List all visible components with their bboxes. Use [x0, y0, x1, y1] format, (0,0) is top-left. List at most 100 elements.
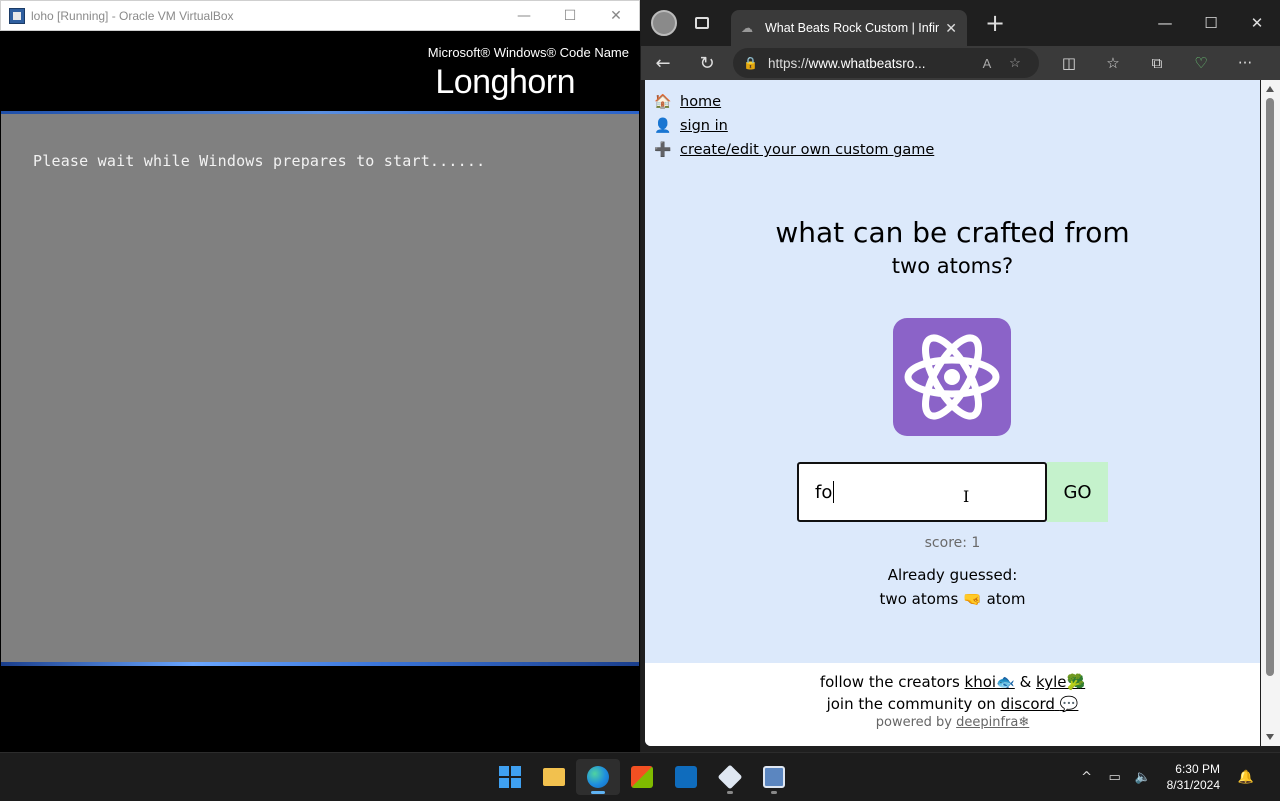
edge-icon — [587, 766, 609, 788]
scroll-up-icon[interactable] — [1266, 86, 1274, 92]
ibeam-cursor-icon: I — [963, 487, 970, 506]
guessed-item: two atoms 🤜 atom — [645, 590, 1260, 608]
favorite-star-icon[interactable]: ☆ — [1001, 55, 1029, 71]
vm-screen[interactable]: Microsoft® Windows® Code Name Longhorn P… — [1, 31, 639, 751]
powered-text: powered by — [875, 715, 952, 730]
page-nav: 🏠 home 👤 sign in ➕ create/edit your own … — [654, 90, 934, 162]
score-text: score: 1 — [924, 535, 981, 551]
store-button[interactable] — [620, 759, 664, 795]
file-explorer-button[interactable] — [532, 759, 576, 795]
edge-window: ☁ What Beats Rock Custom | Infinite ✕ + … — [641, 0, 1280, 752]
longhorn-body: Please wait while Windows prepares to st… — [1, 114, 639, 662]
tab-actions-icon[interactable] — [695, 17, 709, 29]
favorites-icon[interactable]: ☆ — [1091, 54, 1135, 72]
go-button[interactable]: GO — [1047, 462, 1108, 522]
profile-avatar[interactable] — [651, 10, 677, 36]
kyle-link[interactable]: kyle🥦 — [1036, 673, 1085, 691]
question-line-2: two atoms? — [891, 254, 1014, 278]
refresh-button[interactable]: ↻ — [685, 53, 729, 74]
read-aloud-icon[interactable]: A — [973, 56, 1001, 71]
atom-icon — [893, 318, 1011, 436]
notification-bell-icon[interactable]: 🔔 — [1232, 770, 1260, 785]
broccoli-icon: 🥦 — [1066, 673, 1086, 691]
home-icon: 🏠 — [654, 94, 672, 110]
footer-follow: follow the creators khoi🐟 & kyle🥦 — [645, 673, 1260, 691]
collections-icon[interactable]: ⧉ — [1135, 54, 1179, 72]
page-scrollbar[interactable] — [1261, 80, 1280, 746]
virtualbox-window: loho [Running] - Oracle VM VirtualBox — … — [0, 0, 640, 752]
tab-close-icon[interactable]: ✕ — [945, 20, 957, 37]
snowflake-icon: ❄ — [1018, 715, 1030, 730]
start-button[interactable] — [488, 759, 532, 795]
store-icon — [631, 766, 653, 788]
fish-icon: 🐟 — [996, 673, 1015, 691]
plus-icon: ➕ — [654, 142, 672, 158]
new-tab-button[interactable]: + — [985, 9, 1005, 37]
vbox-title: loho [Running] - Oracle VM VirtualBox — [31, 8, 234, 23]
taskbar-apps — [488, 759, 796, 795]
volume-icon[interactable]: 🔈 — [1129, 770, 1157, 785]
tab-what-beats-rock[interactable]: ☁ What Beats Rock Custom | Infinite ✕ — [731, 10, 967, 46]
vbox-minimize-button[interactable]: — — [501, 0, 547, 31]
network-icon[interactable]: ▭ — [1101, 770, 1129, 785]
discord-link[interactable]: discord 💬 — [1001, 695, 1079, 713]
address-bar[interactable]: 🔒 https://www.whatbeatsro... A ☆ — [733, 48, 1039, 78]
clock[interactable]: 6:30 PM 8/31/2024 — [1167, 761, 1220, 793]
edge-maximize-button[interactable]: ☐ — [1188, 14, 1234, 32]
virtualbox-icon — [717, 764, 743, 790]
create-game-link-label[interactable]: create/edit your own custom game — [680, 142, 934, 158]
join-text: join the community on — [826, 695, 996, 713]
create-game-link[interactable]: ➕ create/edit your own custom game — [654, 138, 934, 162]
guess-input-value: fo — [815, 481, 833, 503]
ampersand: & — [1019, 673, 1032, 691]
back-button[interactable]: ← — [641, 53, 685, 74]
footer-join: join the community on discord 💬 — [645, 695, 1260, 713]
tray-chevron-icon[interactable]: ^ — [1073, 770, 1101, 785]
guessed-right: atom — [986, 590, 1026, 608]
footer-powered: powered by deepinfra❄ — [645, 715, 1260, 730]
follow-text: follow the creators — [819, 673, 960, 691]
sign-in-link-label[interactable]: sign in — [680, 118, 728, 134]
clock-date: 8/31/2024 — [1166, 778, 1220, 792]
virtualbox-app-icon — [9, 7, 25, 24]
extension-icon[interactable]: ♡ — [1179, 54, 1223, 72]
text-caret — [833, 481, 835, 503]
windows-start-icon — [499, 766, 521, 788]
already-guessed-label: Already guessed: — [887, 566, 1018, 584]
home-link-label[interactable]: home — [680, 94, 721, 110]
tab-label: What Beats Rock Custom | Infinite — [765, 21, 940, 35]
atom-symbol-icon — [904, 334, 1000, 420]
sign-in-link[interactable]: 👤 sign in — [654, 114, 934, 138]
longhorn-brand-big: Longhorn — [435, 63, 575, 101]
edge-taskbar-button[interactable] — [576, 759, 620, 795]
page-footer: follow the creators khoi🐟 & kyle🥦 join t… — [645, 663, 1260, 746]
vbox-titlebar[interactable]: loho [Running] - Oracle VM VirtualBox — … — [0, 0, 640, 31]
address-url: https://www.whatbeatsro... — [767, 55, 926, 71]
more-icon[interactable]: ··· — [1223, 54, 1267, 72]
outlook-button[interactable] — [664, 759, 708, 795]
tab-favicon-icon: ☁ — [741, 21, 753, 35]
system-tray: ^ ▭ 🔈 6:30 PM 8/31/2024 🔔 — [1073, 753, 1260, 801]
question-line-1: what can be crafted from — [775, 216, 1130, 249]
home-link[interactable]: 🏠 home — [654, 90, 934, 114]
longhorn-brand-small: Microsoft® Windows® Code Name — [427, 45, 629, 60]
outlook-icon — [675, 766, 697, 788]
vbox-close-button[interactable]: ✕ — [593, 0, 639, 31]
scroll-down-icon[interactable] — [1266, 734, 1274, 740]
longhorn-footer — [1, 666, 639, 751]
edge-tabstrip: ☁ What Beats Rock Custom | Infinite ✕ + … — [641, 0, 1280, 46]
khoi-link[interactable]: khoi🐟 — [965, 673, 1015, 691]
split-screen-icon[interactable]: ◫ — [1047, 54, 1091, 72]
scrollbar-thumb[interactable] — [1266, 98, 1274, 676]
edge-close-button[interactable]: ✕ — [1234, 14, 1280, 32]
guess-input[interactable]: fo — [797, 462, 1047, 522]
vm-window-button[interactable] — [752, 759, 796, 795]
edge-minimize-button[interactable]: — — [1142, 14, 1188, 32]
beats-icon: 🤜 — [963, 590, 982, 608]
longhorn-header: Microsoft® Windows® Code Name Longhorn — [1, 31, 639, 111]
vm-window-icon — [763, 766, 785, 788]
deepinfra-link[interactable]: deepinfra❄ — [956, 715, 1029, 730]
lock-icon[interactable]: 🔒 — [743, 56, 758, 70]
vbox-maximize-button[interactable]: ☐ — [547, 0, 593, 31]
virtualbox-button[interactable] — [708, 759, 752, 795]
